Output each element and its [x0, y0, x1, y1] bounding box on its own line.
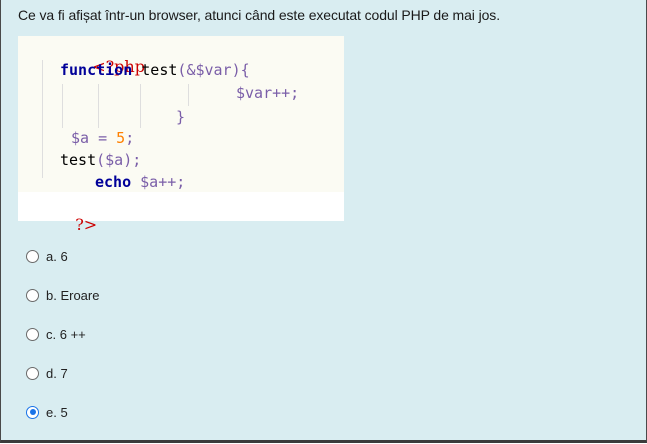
- question-text: Ce va fi afișat într-un browser, atunci …: [18, 7, 500, 23]
- param-var: &$var: [186, 61, 232, 79]
- radio-button-icon[interactable]: [26, 249, 39, 263]
- call-paren-close: );: [123, 151, 142, 169]
- var-increment: $var++;: [236, 84, 300, 102]
- indent-guide: [188, 84, 189, 106]
- code-line-echo: echo $a++;: [95, 172, 185, 192]
- question-panel: Ce va fi afișat într-un browser, atunci …: [0, 0, 647, 443]
- code-line-call: test($a);: [60, 150, 141, 170]
- option-label: b. Eroare: [46, 287, 100, 303]
- call-paren-open: (: [96, 151, 106, 169]
- option-a[interactable]: a. 6: [26, 246, 68, 266]
- semicolon: ;: [125, 129, 135, 147]
- option-d[interactable]: d. 7: [26, 363, 68, 383]
- function-name: test: [141, 61, 178, 79]
- radio-button-icon[interactable]: [26, 288, 39, 302]
- paren-close-brace: ){: [231, 61, 250, 79]
- radio-button-icon[interactable]: [26, 327, 39, 341]
- call-arg: $a: [105, 151, 124, 169]
- php-close-tag: ?>: [75, 215, 98, 234]
- option-b[interactable]: b. Eroare: [26, 285, 99, 305]
- keyword-echo: echo: [95, 173, 132, 191]
- option-label: e. 5: [46, 404, 68, 420]
- echo-expression: $a++;: [140, 173, 186, 191]
- code-line-close-brace: }: [176, 107, 185, 127]
- code-line-assign: $a = 5;: [71, 128, 134, 148]
- code-line-function: function test(&$var){: [60, 60, 250, 80]
- option-label: a. 6: [46, 248, 68, 264]
- close-brace: }: [176, 108, 186, 126]
- number-five: 5: [116, 129, 126, 147]
- var-a: $a: [71, 129, 90, 147]
- option-label: c. 6 ++: [46, 326, 86, 342]
- radio-button-selected-icon[interactable]: [26, 405, 39, 419]
- radio-button-icon[interactable]: [26, 366, 39, 380]
- option-e[interactable]: e. 5: [26, 402, 68, 422]
- option-c[interactable]: c. 6 ++: [26, 324, 86, 344]
- code-block: <?php function test(&$var){ $var++; } $a…: [18, 36, 344, 234]
- option-label: d. 7: [46, 365, 68, 381]
- code-line-increment: $var++;: [236, 83, 299, 103]
- keyword-function: function: [60, 61, 133, 79]
- call-test: test: [60, 151, 97, 169]
- equals-sign: =: [98, 129, 108, 147]
